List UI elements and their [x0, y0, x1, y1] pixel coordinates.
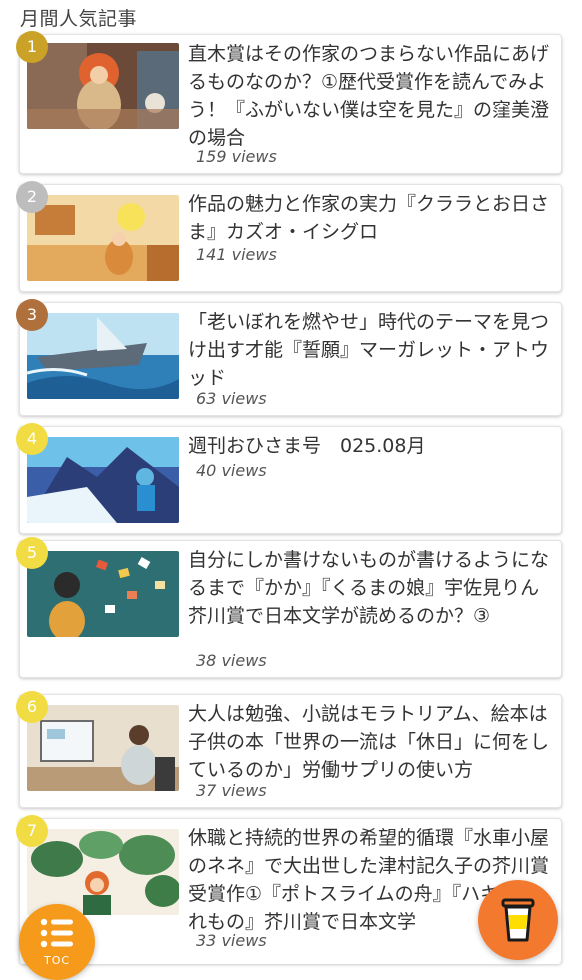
article-card[interactable]: 7 休職と持続的世界の希望的循環『水車小屋のネネ』で大出世した津村記久子の芥川賞… — [16, 815, 562, 964]
article-thumbnail[interactable] — [27, 551, 179, 637]
list-icon — [40, 918, 73, 948]
article-thumbnail[interactable] — [27, 195, 179, 281]
rank-badge: 5 — [16, 537, 48, 569]
rank-badge: 7 — [16, 815, 48, 847]
article-title-link[interactable]: 自分にしか書けないものが書けるようになるまで『かか』『くるまの娘』宇佐見りん 芥… — [188, 546, 558, 630]
view-count: 37 views — [196, 781, 267, 800]
rank-badge: 1 — [16, 31, 48, 63]
article-card[interactable]: 1 直木賞はその作家のつまらない作品にあげるものなのか？①歴代受賞作を読んでみよ… — [16, 31, 562, 174]
rank-badge: 4 — [16, 423, 48, 455]
rank-badge: 3 — [16, 299, 48, 331]
article-thumbnail[interactable] — [27, 829, 179, 915]
buy-me-a-coffee-button[interactable] — [478, 880, 558, 960]
view-count: 33 views — [196, 931, 267, 950]
article-card[interactable]: 2 作品の魅力と作家の実力『クララとお日さま』カズオ・イシグロ 141 view… — [16, 181, 562, 292]
article-thumbnail[interactable] — [27, 43, 179, 129]
view-count: 159 views — [196, 147, 277, 166]
view-count: 141 views — [196, 245, 277, 264]
view-count: 40 views — [196, 461, 267, 480]
article-thumbnail[interactable] — [27, 437, 179, 523]
article-card[interactable]: 3 「老いぼれを燃やせ」時代のテーマを見つけ出す才能『誓願』マーガレット・アトウ… — [16, 299, 562, 416]
article-thumbnail[interactable] — [27, 313, 179, 399]
article-card[interactable]: 4 週刊おひさま号 025.08月 40 views — [16, 423, 562, 534]
article-title-link[interactable]: 直木賞はその作家のつまらない作品にあげるものなのか？①歴代受賞作を読んでみよう！… — [188, 40, 553, 152]
section-title: 月間人気記事 — [20, 8, 138, 30]
rank-badge: 6 — [16, 691, 48, 723]
article-title-link[interactable]: 作品の魅力と作家の実力『クララとお日さま』カズオ・イシグロ — [188, 190, 553, 246]
rank-badge: 2 — [16, 181, 48, 213]
article-card[interactable]: 6 大人は勉強、小説はモラトリアム、絵本は子供の本「世界の一流は「休日」に何をし… — [16, 691, 562, 808]
article-card[interactable]: 5 自分にしか書けないものが書けるようになるまで『かか』『くるまの娘』宇佐見りん… — [16, 537, 562, 678]
article-title-link[interactable]: 大人は勉強、小説はモラトリアム、絵本は子供の本「世界の一流は「休日」に何をしてい… — [188, 700, 553, 784]
view-count: 38 views — [196, 651, 267, 670]
coffee-cup-icon — [501, 898, 535, 942]
view-count: 63 views — [196, 389, 267, 408]
toc-button[interactable]: TOC — [19, 904, 95, 980]
toc-label: TOC — [43, 954, 71, 967]
article-title-link[interactable]: 週刊おひさま号 025.08月 — [188, 432, 553, 460]
article-thumbnail[interactable] — [27, 705, 179, 791]
article-title-link[interactable]: 「老いぼれを燃やせ」時代のテーマを見つけ出す才能『誓願』マーガレット・アトウッド — [188, 308, 553, 392]
